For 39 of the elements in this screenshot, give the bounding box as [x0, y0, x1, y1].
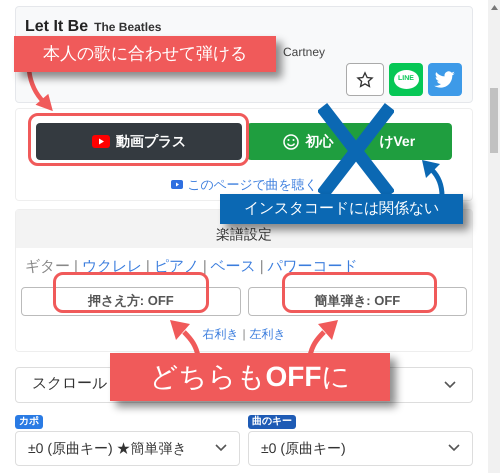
select-badge: カポ	[15, 414, 43, 428]
chevron-down-icon	[215, 444, 227, 452]
play-icon	[170, 180, 182, 190]
smiley-icon	[283, 134, 300, 150]
instrument-link[interactable]: ウクレレ	[82, 256, 142, 278]
instrument-link[interactable]: ベース	[210, 256, 256, 278]
instrument-link[interactable]: パワーコード	[268, 256, 358, 278]
twitter-share-button[interactable]	[428, 63, 462, 96]
settings-heading: 楽譜設定	[216, 225, 272, 244]
select-badge: 曲のキー	[248, 414, 296, 428]
instrument-link[interactable]: ギター	[25, 256, 70, 278]
play-icon	[92, 135, 110, 148]
key-select[interactable]: ±0 (原曲キー) ★簡単弾き	[15, 430, 240, 466]
artist-name: The Beatles	[94, 19, 162, 36]
key-select[interactable]: ±0 (原曲キー)	[248, 430, 473, 466]
separator: |	[202, 257, 207, 277]
button-text: けVer	[379, 132, 416, 151]
hand-link[interactable]: 右利き	[202, 324, 238, 342]
bird-icon	[434, 70, 456, 88]
favorite-button[interactable]	[346, 63, 384, 96]
video-plus-button[interactable]: 動画プラス	[36, 123, 242, 160]
separator: |	[260, 257, 264, 277]
toggle-button[interactable]: 押さえ方: OFF	[21, 286, 240, 316]
chevron-down-icon	[444, 380, 456, 388]
listen-link[interactable]: このページで曲を聴く	[170, 175, 318, 194]
callout-label: インスタコードには関係ない	[220, 194, 463, 224]
star-icon	[356, 70, 374, 88]
scroll-up-icon	[490, 5, 498, 10]
separator: |	[242, 326, 246, 342]
toggle-button[interactable]: 簡単弾き: OFF	[248, 286, 467, 316]
song-title: Let It Be	[25, 17, 88, 37]
chevron-down-icon	[448, 444, 460, 452]
callout-label: 本人の歌に合わせて弾ける	[14, 36, 276, 72]
callout-label: どちらもOFFに	[110, 353, 390, 401]
button-text: 初心	[305, 132, 334, 151]
credit-text: Cartney	[283, 44, 326, 61]
hand-link[interactable]: 左利き	[250, 324, 286, 342]
scroll-thumb	[490, 88, 498, 153]
instrument-link[interactable]: ピアノ	[154, 256, 199, 278]
